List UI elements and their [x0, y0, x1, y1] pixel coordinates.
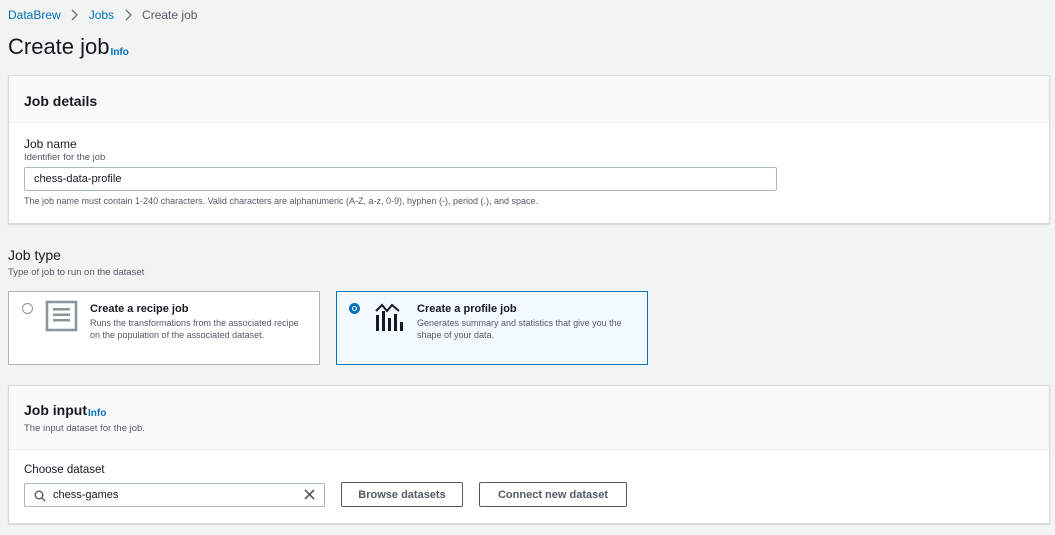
job-input-title: Job inputInfo — [24, 402, 106, 419]
profile-job-tile[interactable]: Create a profile job Generates summary a… — [336, 291, 648, 365]
dataset-search — [24, 483, 325, 507]
job-input-container: Job inputInfo The input dataset for the … — [8, 385, 1050, 524]
breadcrumb-current: Create job — [142, 8, 198, 22]
connect-new-dataset-button[interactable]: Connect new dataset — [479, 482, 627, 507]
job-input-description: The input dataset for the job. — [24, 423, 145, 434]
job-name-label: Job name — [24, 137, 77, 151]
breadcrumb-jobs[interactable]: Jobs — [89, 8, 114, 22]
job-type-title: Job type — [8, 247, 61, 263]
job-name-description: Identifier for the job — [24, 152, 106, 163]
recipe-job-title: Create a recipe job — [90, 303, 189, 315]
profile-job-radio[interactable] — [349, 303, 360, 314]
job-input-title-text: Job input — [24, 402, 87, 418]
recipe-icon — [45, 300, 78, 337]
job-input-header: Job inputInfo The input dataset for the … — [9, 386, 1049, 450]
job-details-header: Job details — [9, 76, 1049, 123]
dataset-search-input[interactable] — [24, 483, 325, 507]
chevron-right-icon — [70, 8, 80, 22]
clear-icon[interactable] — [303, 488, 316, 506]
browse-datasets-button[interactable]: Browse datasets — [341, 482, 463, 507]
profile-job-description: Generates summary and statistics that gi… — [417, 318, 622, 340]
info-link[interactable]: Info — [111, 47, 129, 58]
recipe-job-description: Runs the transformations from the associ… — [90, 318, 299, 340]
recipe-job-radio[interactable] — [22, 303, 33, 314]
job-details-title: Job details — [24, 93, 98, 109]
breadcrumb-databrew[interactable]: DataBrew — [8, 8, 61, 22]
chart-icon — [373, 300, 405, 337]
choose-dataset-label: Choose dataset — [24, 464, 105, 476]
recipe-job-tile[interactable]: Create a recipe job Runs the transformat… — [8, 291, 320, 365]
page-title-text: Create job — [8, 34, 110, 59]
breadcrumb: DataBrew Jobs Create job — [8, 8, 197, 22]
info-link[interactable]: Info — [88, 408, 106, 419]
job-name-constraint: The job name must contain 1-240 characte… — [24, 196, 539, 206]
chevron-right-icon — [123, 8, 133, 22]
job-name-input[interactable] — [24, 167, 777, 191]
job-type-description: Type of job to run on the dataset — [8, 267, 145, 278]
profile-job-title: Create a profile job — [417, 303, 517, 315]
job-details-container: Job details Job name Identifier for the … — [8, 75, 1050, 224]
page-title: Create jobInfo — [8, 33, 129, 67]
